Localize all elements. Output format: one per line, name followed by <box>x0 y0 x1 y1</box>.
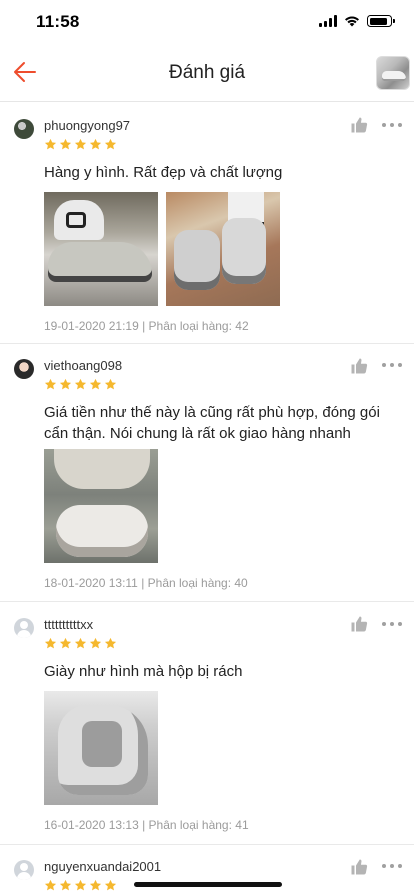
star-icon <box>74 378 87 390</box>
review-item: ttttttttttxx Giày như hình mà hộp bị rác… <box>0 602 414 845</box>
avatar <box>14 618 34 638</box>
avatar <box>14 119 34 139</box>
star-icon <box>44 637 57 649</box>
star-icon <box>59 378 72 390</box>
more-options-icon[interactable] <box>382 864 402 870</box>
star-icon <box>104 879 117 891</box>
review-username: nguyenxuandai2001 <box>44 859 162 874</box>
thumbs-up-icon[interactable] <box>350 116 368 134</box>
star-rating <box>44 637 117 650</box>
star-icon <box>74 879 87 891</box>
review-item: nguyenxuandai2001 <box>0 845 414 896</box>
page-title: Đánh giá <box>168 62 246 83</box>
star-icon <box>59 637 72 649</box>
more-options-icon[interactable] <box>382 622 402 628</box>
star-icon <box>59 138 72 150</box>
review-username: phuongyong97 <box>44 118 131 133</box>
status-time: 11:58 <box>36 12 80 31</box>
review-meta: 18-01-2020 13:11 | Phân loại hàng: 40 <box>44 576 248 590</box>
thumbs-up-icon[interactable] <box>350 858 368 876</box>
review-username: ttttttttttxx <box>44 617 94 632</box>
star-icon <box>104 637 117 649</box>
nav-bar: Đánh giá <box>0 44 414 102</box>
review-item: viethoang098 Giá tiền như thế này là cũn… <box>0 344 414 602</box>
star-icon <box>44 138 57 150</box>
review-photo[interactable] <box>44 691 158 805</box>
review-item: phuongyong97 Hàng y hình. Rất đẹp và chấ… <box>0 103 414 344</box>
review-meta: 16-01-2020 13:13 | Phân loại hàng: 41 <box>44 818 249 832</box>
battery-icon <box>367 15 395 27</box>
thumbs-up-icon[interactable] <box>350 615 368 633</box>
star-icon <box>44 378 57 390</box>
star-rating <box>44 378 117 391</box>
thumbs-up-icon[interactable] <box>350 357 368 375</box>
cellular-signal-icon <box>319 15 337 27</box>
home-indicator[interactable] <box>134 882 282 887</box>
star-icon <box>89 637 102 649</box>
status-bar: 11:58 <box>0 0 414 44</box>
review-text: Giày như hình mà hộp bị rách <box>44 663 243 680</box>
star-icon <box>74 637 87 649</box>
star-icon <box>74 138 87 150</box>
review-text: Hàng y hình. Rất đẹp và chất lượng <box>44 164 283 181</box>
more-options-icon[interactable] <box>382 363 402 369</box>
avatar <box>14 860 34 880</box>
review-photo[interactable] <box>44 449 158 563</box>
wifi-icon <box>345 16 359 27</box>
review-photo[interactable] <box>166 192 280 306</box>
star-icon <box>89 378 102 390</box>
star-rating <box>44 879 117 892</box>
star-icon <box>89 879 102 891</box>
avatar <box>14 359 34 379</box>
star-icon <box>44 879 57 891</box>
review-photo[interactable] <box>44 192 158 306</box>
star-icon <box>104 378 117 390</box>
more-options-icon[interactable] <box>382 123 402 129</box>
star-rating <box>44 138 117 151</box>
review-meta: 19-01-2020 21:19 | Phân loại hàng: 42 <box>44 319 249 333</box>
review-text: Giá tiền như thế này là cũng rất phù hợp… <box>44 404 380 442</box>
star-icon <box>59 879 72 891</box>
star-icon <box>104 138 117 150</box>
star-icon <box>89 138 102 150</box>
review-username: viethoang098 <box>44 358 123 373</box>
status-icons <box>319 15 395 27</box>
product-thumbnail[interactable] <box>376 56 410 90</box>
review-list: phuongyong97 Hàng y hình. Rất đẹp và chấ… <box>0 103 414 896</box>
